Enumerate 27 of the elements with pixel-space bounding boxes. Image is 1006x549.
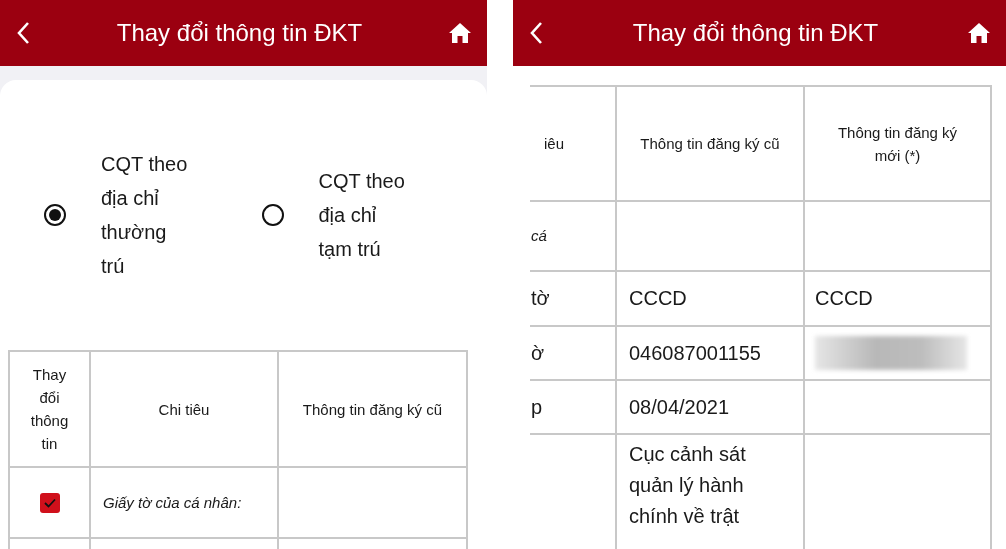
radio-label[interactable]: CQT theo địa chỉ tạm trú	[318, 164, 411, 266]
column-header: Thông tin đăng ký cũ	[278, 351, 467, 467]
table-cell: 046087001155	[616, 326, 804, 380]
home-icon[interactable]	[968, 23, 990, 43]
table-cell: 08/04/2021	[616, 380, 804, 434]
table-cell: ờ	[530, 326, 616, 380]
table-cell: p	[530, 380, 616, 434]
table-cell: tờ	[530, 271, 616, 326]
column-header: Chi tiêu	[90, 351, 278, 467]
back-icon[interactable]	[16, 21, 30, 45]
table-cell: CCCD	[804, 271, 991, 326]
radio-button[interactable]	[44, 204, 66, 226]
check-icon	[43, 497, 56, 508]
screen-title: Thay đổi thông tin ĐKT	[116, 18, 363, 48]
table-cell: cá	[530, 201, 616, 271]
checkbox[interactable]	[39, 492, 60, 513]
radio-label[interactable]: CQT theo địa chỉ thường trú	[101, 147, 193, 283]
table-cell: Giấy tờ của cá nhân:	[90, 467, 278, 538]
back-icon[interactable]	[529, 21, 543, 45]
screen-title: Thay đổi thông tin ĐKT	[632, 18, 879, 48]
column-header: iêu	[530, 86, 616, 201]
table-cell: CCCD	[616, 271, 804, 326]
home-icon[interactable]	[449, 23, 471, 43]
column-header: Thông tin đăng ký cũ	[616, 86, 804, 201]
radio-button[interactable]	[261, 204, 284, 226]
column-header: Thay đổi thông tin	[9, 351, 90, 467]
column-header: Thông tin đăng ký mới (*)	[804, 86, 991, 201]
